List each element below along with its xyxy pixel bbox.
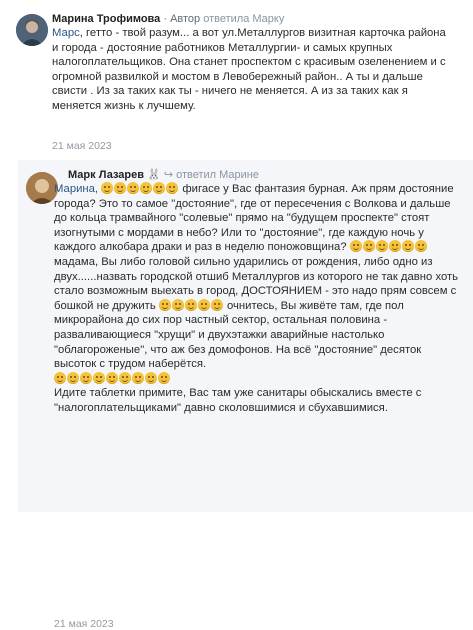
grinning-squinting-face-icon — [101, 182, 114, 194]
comment-text: Марина, фигасе у Вас фантазия бурная. Аж… — [54, 182, 464, 416]
grinning-squinting-face-icon — [54, 371, 66, 384]
comment-body: , гетто - твой разум... а вот ул.Металлу… — [52, 27, 446, 112]
reply-target-link[interactable]: Марине — [219, 169, 259, 181]
grinning-squinting-face-icon — [375, 240, 388, 253]
author-name[interactable]: Марк Лазарев — [68, 169, 144, 181]
bunny-icon: 🐰 — [147, 169, 161, 181]
comment-date[interactable]: 21 мая 2023 — [52, 140, 112, 152]
grinning-squinting-face-icon — [80, 371, 92, 384]
grinning-squinting-face-icon — [106, 371, 118, 384]
reply-target-link[interactable]: Марку — [252, 13, 284, 25]
grinning-squinting-face-icon — [197, 298, 210, 311]
grinning-squinting-face-icon — [93, 371, 105, 384]
comment-mark: Марк Лазарев 🐰 ↪ ответил Марине Марина, … — [18, 160, 473, 630]
grinning-squinting-face-icon — [153, 182, 166, 194]
grinning-squinting-face-icon — [158, 371, 170, 384]
grinning-squinting-face-icon — [349, 240, 362, 253]
comment-header: Марина Трофимова · Автор ответила Марку — [52, 12, 284, 26]
reply-prefix: ответила — [200, 13, 253, 25]
reply-arrow-icon: ↪ — [163, 169, 174, 181]
grinning-squinting-face-icon — [184, 298, 197, 311]
author-role-badge: Автор — [170, 13, 201, 25]
grinning-squinting-face-icon — [158, 298, 171, 311]
comment-marina: Марина Трофимова · Автор ответила Марку … — [0, 0, 473, 160]
role-separator: · — [160, 13, 171, 25]
grinning-squinting-face-icon — [67, 371, 79, 384]
reply-prefix: ответил — [176, 169, 220, 181]
grinning-squinting-face-icon — [114, 182, 127, 194]
comment-header: Марк Лазарев 🐰 ↪ ответил Марине — [68, 168, 259, 182]
grinning-squinting-face-icon — [127, 182, 140, 194]
grinning-squinting-face-icon — [166, 182, 179, 194]
mention-link[interactable]: Марс — [52, 27, 80, 39]
grinning-squinting-face-icon — [145, 371, 157, 384]
grinning-squinting-face-icon — [388, 240, 401, 253]
author-name[interactable]: Марина Трофимова — [52, 13, 160, 25]
comment-date[interactable]: 21 мая 2023 — [54, 618, 114, 630]
grinning-squinting-face-icon — [119, 371, 131, 384]
avatar[interactable] — [16, 14, 48, 46]
grinning-squinting-face-icon — [132, 371, 144, 384]
grinning-squinting-face-icon — [414, 240, 427, 253]
comment-body-part-4: Идите таблетки примите, Вас там уже сани… — [54, 387, 422, 414]
grinning-squinting-face-icon — [362, 240, 375, 253]
comment-thread: Марина Трофимова · Автор ответила Марку … — [0, 0, 473, 630]
comment-text: Марс, гетто - твой разум... а вот ул.Мет… — [52, 26, 452, 114]
grinning-squinting-face-icon — [210, 298, 223, 311]
avatar-image — [16, 14, 48, 46]
grinning-squinting-face-icon — [171, 298, 184, 311]
mention-link[interactable]: Марина, — [54, 183, 98, 195]
grinning-squinting-face-icon — [140, 182, 153, 194]
grinning-squinting-face-icon — [401, 240, 414, 253]
